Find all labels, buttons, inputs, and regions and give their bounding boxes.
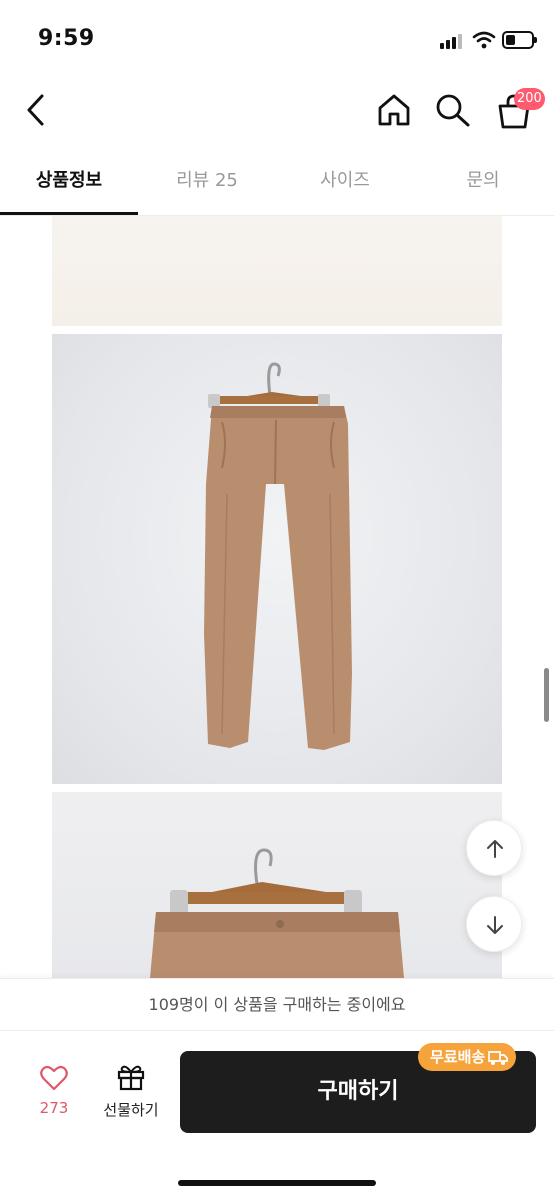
like-count: 273: [39, 1099, 69, 1117]
tab-reviews[interactable]: 리뷰 25: [138, 158, 276, 216]
wifi-icon: [472, 31, 496, 49]
home-indicator: [178, 1180, 376, 1186]
cart-count-badge: 200: [514, 88, 545, 110]
search-icon[interactable]: [434, 92, 472, 128]
scrollbar-thumb[interactable]: [544, 668, 549, 722]
tab-product-info[interactable]: 상품정보: [0, 158, 138, 216]
gift-label: 선물하기: [103, 1101, 159, 1119]
gift-button[interactable]: 선물하기: [96, 1063, 166, 1120]
heart-icon: [40, 1065, 68, 1091]
truck-icon: [488, 1051, 509, 1065]
free-shipping-badge: 무료배송: [418, 1043, 517, 1071]
arrow-up-icon: [487, 840, 503, 858]
product-tabs: 상품정보 리뷰 25 사이즈 문의: [0, 158, 554, 216]
top-navigation: 200: [0, 84, 554, 144]
active-tab-indicator: [0, 212, 138, 215]
free-shipping-label: 무료배송: [430, 1048, 486, 1066]
scroll-down-button[interactable]: [466, 896, 522, 952]
status-bar: 9:59: [0, 0, 554, 84]
gift-icon: [117, 1065, 145, 1091]
product-image-pants: [52, 334, 502, 784]
tab-size[interactable]: 사이즈: [276, 158, 414, 216]
home-icon[interactable]: [376, 92, 412, 128]
bottom-action-bar: 273 선물하기 구매하기 무료배송: [0, 1030, 554, 1200]
buying-now-notice: 109명이 이 상품을 구매하는 중이에요: [0, 978, 554, 1030]
status-time: 9:59: [38, 26, 95, 51]
back-arrow-icon[interactable]: [20, 90, 52, 130]
product-image-pants-detail: [52, 792, 502, 978]
signal-icon: [440, 33, 464, 49]
like-button[interactable]: 273: [30, 1065, 78, 1117]
tab-inquiry[interactable]: 문의: [414, 158, 552, 216]
scroll-up-button[interactable]: [466, 820, 522, 876]
battery-icon: [502, 31, 537, 49]
arrow-down-icon: [487, 916, 503, 934]
product-image-top: [52, 216, 502, 326]
